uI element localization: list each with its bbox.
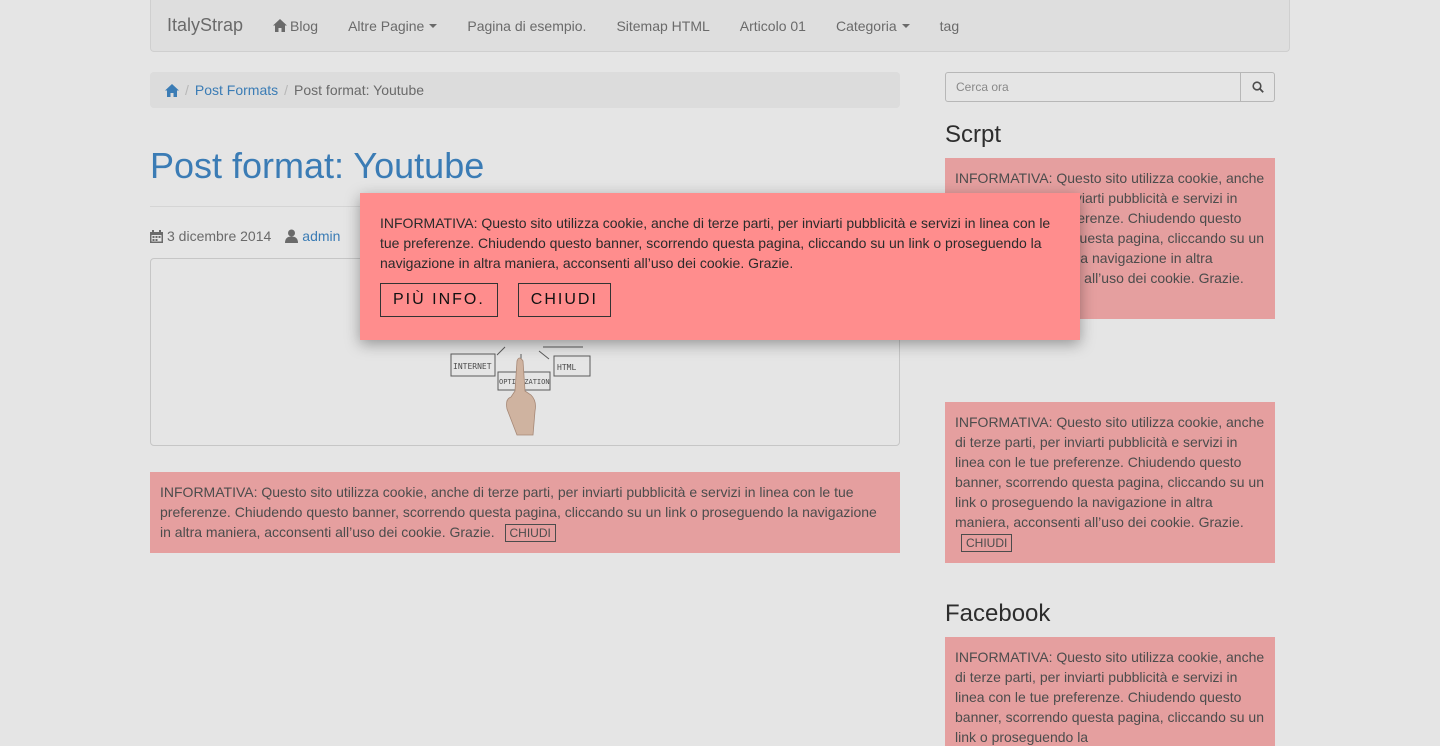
close-button[interactable]: CHIUDI: [517, 283, 611, 317]
cookie-consent-popup: INFORMATIVA: Questo sito utilizza cookie…: [360, 193, 1080, 340]
more-info-button[interactable]: PIÙ INFO.: [380, 283, 498, 317]
modal-backdrop[interactable]: [0, 0, 1440, 746]
popup-text: INFORMATIVA: Questo sito utilizza cookie…: [380, 215, 1051, 271]
popup-buttons: PIÙ INFO. CHIUDI: [380, 283, 1060, 317]
